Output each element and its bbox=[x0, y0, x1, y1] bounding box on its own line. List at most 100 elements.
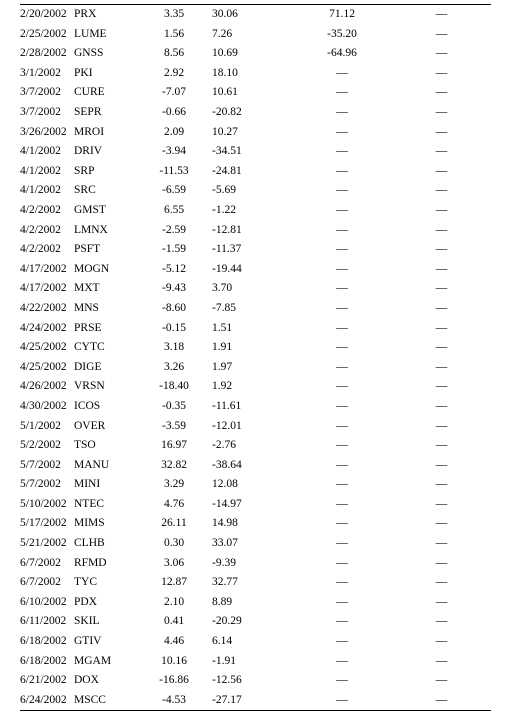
cell-announcement-date: 3/1/2002 bbox=[20, 66, 61, 79]
cell-announcement-date: 4/1/2002 bbox=[20, 184, 61, 197]
cell-value-4: — bbox=[392, 142, 491, 162]
cell-value-3: — bbox=[292, 83, 392, 103]
cell-value-4: — bbox=[392, 475, 491, 495]
cell-value-1: -8.60 bbox=[162, 301, 186, 314]
cell-announcement-date: 6/7/2002 bbox=[20, 556, 61, 569]
missing-value-dash: — bbox=[435, 341, 448, 354]
table-row: 6/7/2002 TYC 12.87 32.77 — — bbox=[20, 573, 491, 593]
table-row: 6/18/2002 MGAM 10.16 -1.91 — — bbox=[20, 652, 491, 672]
missing-value-dash: — bbox=[336, 556, 348, 569]
cell-value-2: 32.77 bbox=[212, 576, 238, 589]
cell-ticker-symbol: DOX bbox=[74, 674, 99, 687]
cell-value-2: 33.07 bbox=[212, 537, 238, 550]
table-row: 5/10/2002 NTEC 4.76 -14.97 — — bbox=[20, 495, 491, 515]
cell-announcement-date: 3/26/2002 bbox=[20, 125, 67, 138]
cell-value-2: 10.61 bbox=[212, 86, 238, 99]
missing-value-dash: — bbox=[336, 86, 348, 99]
cell-announcement-date: 6/11/2002 bbox=[20, 615, 67, 628]
cell-value-1: 8.56 bbox=[163, 47, 185, 60]
cell-value-2: 1.97 bbox=[212, 360, 233, 373]
cell-value-3: — bbox=[292, 416, 392, 436]
missing-value-dash: — bbox=[336, 615, 348, 628]
table-row: 5/17/2002 MIMS 26.11 14.98 — — bbox=[20, 514, 491, 534]
cell-value-2: -11.61 bbox=[212, 399, 242, 412]
table-row: 5/7/2002 MANU 32.82 -38.64 — — bbox=[20, 456, 491, 476]
missing-value-dash: — bbox=[435, 243, 448, 256]
missing-value-dash: — bbox=[435, 145, 448, 158]
cell-value-2: -34.51 bbox=[212, 145, 242, 158]
missing-value-dash: — bbox=[336, 125, 348, 138]
cell-value-2: 30.06 bbox=[212, 8, 238, 21]
missing-value-dash: — bbox=[336, 321, 348, 334]
cell-announcement-date: 5/7/2002 bbox=[20, 478, 61, 491]
table-row: 4/2/2002 LMNX -2.59 -12.81 — — bbox=[20, 221, 491, 241]
missing-value-dash: — bbox=[336, 341, 348, 354]
cell-value-3: — bbox=[292, 299, 392, 319]
cell-value-4: — bbox=[392, 554, 491, 574]
table-row: 3/7/2002 SEPR -0.66 -20.82 — — bbox=[20, 103, 491, 123]
table-row: 5/1/2002 OVER -3.59 -12.01 — — bbox=[20, 416, 491, 436]
cell-announcement-date: 2/28/2002 bbox=[20, 47, 67, 60]
cell-value-1: 3.29 bbox=[163, 478, 185, 491]
missing-value-dash: — bbox=[435, 27, 448, 40]
missing-value-dash: — bbox=[336, 223, 348, 236]
missing-value-dash: — bbox=[435, 674, 448, 687]
cell-value-1: -7.07 bbox=[162, 86, 186, 99]
cell-value-3: — bbox=[292, 593, 392, 613]
missing-value-dash: — bbox=[435, 576, 448, 589]
cell-value-3: — bbox=[292, 514, 392, 534]
missing-value-dash: — bbox=[435, 86, 448, 99]
cell-ticker-symbol: TYC bbox=[74, 576, 97, 589]
missing-value-dash: — bbox=[435, 106, 448, 119]
missing-value-dash: — bbox=[336, 106, 348, 119]
cell-ticker-symbol: TSO bbox=[74, 439, 96, 452]
cell-value-1: 3.26 bbox=[163, 360, 185, 373]
table-row: 2/28/2002 GNSS 8.56 10.69 -64.96 — bbox=[20, 44, 491, 64]
cell-announcement-date: 4/2/2002 bbox=[20, 243, 61, 256]
cell-value-1: -0.35 bbox=[162, 399, 186, 412]
cell-announcement-date: 4/1/2002 bbox=[20, 164, 61, 177]
cell-ticker-symbol: GMST bbox=[74, 203, 106, 216]
table-row: 4/1/2002 SRP -11.53 -24.81 — — bbox=[20, 162, 491, 182]
table-row: 2/25/2002 LUME 1.56 7.26 -35.20 — bbox=[20, 25, 491, 45]
cell-value-4: — bbox=[392, 240, 491, 260]
missing-value-dash: — bbox=[336, 66, 348, 79]
cell-ticker-symbol: RFMD bbox=[74, 556, 107, 569]
cell-announcement-date: 4/26/2002 bbox=[20, 380, 67, 393]
table-row: 4/25/2002 DIGE 3.26 1.97 — — bbox=[20, 358, 491, 378]
cell-value-4: — bbox=[392, 260, 491, 280]
cell-value-4: — bbox=[392, 652, 491, 672]
table-row: 4/2/2002 PSFT -1.59 -11.37 — — bbox=[20, 240, 491, 260]
cell-ticker-symbol: DRIV bbox=[74, 145, 103, 158]
cell-value-3: — bbox=[292, 377, 392, 397]
cell-announcement-date: 4/1/2002 bbox=[20, 145, 61, 158]
cell-value-2: 10.69 bbox=[212, 47, 238, 60]
missing-value-dash: — bbox=[435, 497, 448, 510]
missing-value-dash: — bbox=[435, 223, 448, 236]
cell-ticker-symbol: GTIV bbox=[74, 635, 102, 648]
cell-value-4: — bbox=[392, 299, 491, 319]
cell-value-2: -12.56 bbox=[212, 674, 242, 687]
cell-value-3: — bbox=[292, 495, 392, 515]
cell-announcement-date: 3/7/2002 bbox=[20, 86, 61, 99]
cell-value-4: — bbox=[392, 514, 491, 534]
table-row: 5/21/2002 CLHB 0.30 33.07 — — bbox=[20, 534, 491, 554]
cell-value-2: 1.51 bbox=[212, 321, 233, 334]
cell-value-1: 3.06 bbox=[163, 556, 185, 569]
missing-value-dash: — bbox=[435, 184, 448, 197]
missing-value-dash: — bbox=[435, 47, 448, 60]
cell-value-3: — bbox=[292, 436, 392, 456]
cell-value-3: — bbox=[292, 240, 392, 260]
cell-value-1: 2.92 bbox=[163, 66, 185, 79]
table-row: 4/25/2002 CYTC 3.18 1.91 — — bbox=[20, 338, 491, 358]
cell-value-4: — bbox=[392, 573, 491, 593]
cell-ticker-symbol: PDX bbox=[74, 595, 98, 608]
cell-announcement-date: 6/24/2002 bbox=[20, 693, 67, 706]
cell-announcement-date: 5/21/2002 bbox=[20, 537, 67, 550]
cell-value-2: -9.39 bbox=[212, 556, 236, 569]
cell-value-3: — bbox=[292, 475, 392, 495]
cell-announcement-date: 2/20/2002 bbox=[20, 8, 67, 21]
table-row: 6/10/2002 PDX 2.10 8.89 — — bbox=[20, 593, 491, 613]
cell-value-3: — bbox=[292, 201, 392, 221]
cell-value-1: 2.10 bbox=[163, 595, 185, 608]
